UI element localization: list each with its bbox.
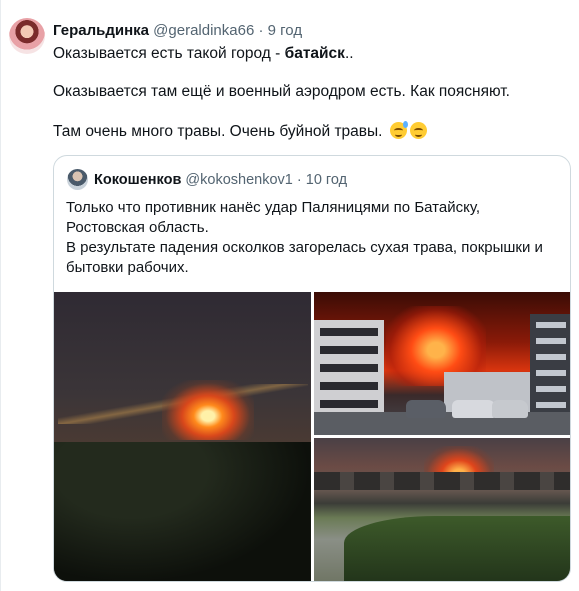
fire-over-houses-and-pond-photo[interactable] — [314, 438, 570, 581]
fire-behind-apartment-buildings-photo[interactable] — [314, 292, 570, 435]
tweet-text-line-2: Оказывается там ещё и военный аэродром е… — [53, 83, 510, 100]
tweet-timestamp[interactable]: 9 год — [268, 22, 302, 39]
quoted-tweet[interactable]: Кокошенков @kokoshenkov1 · 10 год Только… — [53, 155, 571, 582]
tweet-text-line-3: Там очень много травы. Очень буйной трав… — [53, 121, 427, 142]
quoted-author-name[interactable]: Кокошенков — [94, 172, 181, 188]
author-avatar[interactable] — [9, 18, 45, 54]
quoted-author-avatar[interactable] — [67, 169, 88, 190]
author-name[interactable]: Геральдинка — [53, 22, 149, 39]
tweet-header: Геральдинка @geraldinka66 · 9 год — [53, 21, 302, 41]
night-fire-over-trees-photo[interactable] — [54, 292, 311, 581]
quoted-text-line-3: В результате падения осколков загорелась… — [66, 239, 543, 256]
quoted-text-line-2: Ростовская область. — [66, 219, 209, 236]
tweet-text-suffix: .. — [344, 45, 354, 62]
relieved-emoji — [409, 122, 427, 139]
sweat-smile-emoji — [389, 121, 408, 139]
hashtag-like-bold-word: батайск — [284, 45, 345, 62]
separator-dot: · — [258, 22, 264, 39]
author-handle[interactable]: @geraldinka66 — [153, 22, 254, 39]
separator-dot: · — [296, 172, 302, 188]
tweet-text-prefix: Оказывается есть такой город - — [53, 45, 285, 62]
quoted-author-handle[interactable]: @kokoshenkov1 — [185, 172, 292, 188]
tweet-text-line-3-content: Там очень много травы. Очень буйной трав… — [53, 123, 383, 140]
tweet[interactable]: Геральдинка @geraldinka66 · 9 год Оказыв… — [0, 0, 579, 591]
quoted-tweet-timestamp[interactable]: 10 год — [306, 172, 347, 188]
quoted-text-line-1: Только что противник нанёс удар Паляниця… — [66, 199, 480, 216]
quoted-tweet-header: Кокошенков @kokoshenkov1 · 10 год — [94, 171, 347, 189]
quoted-text-line-4: бытовки рабочих. — [66, 259, 189, 276]
tweet-text-line-1: Оказывается есть такой город - батайск.. — [53, 44, 354, 64]
